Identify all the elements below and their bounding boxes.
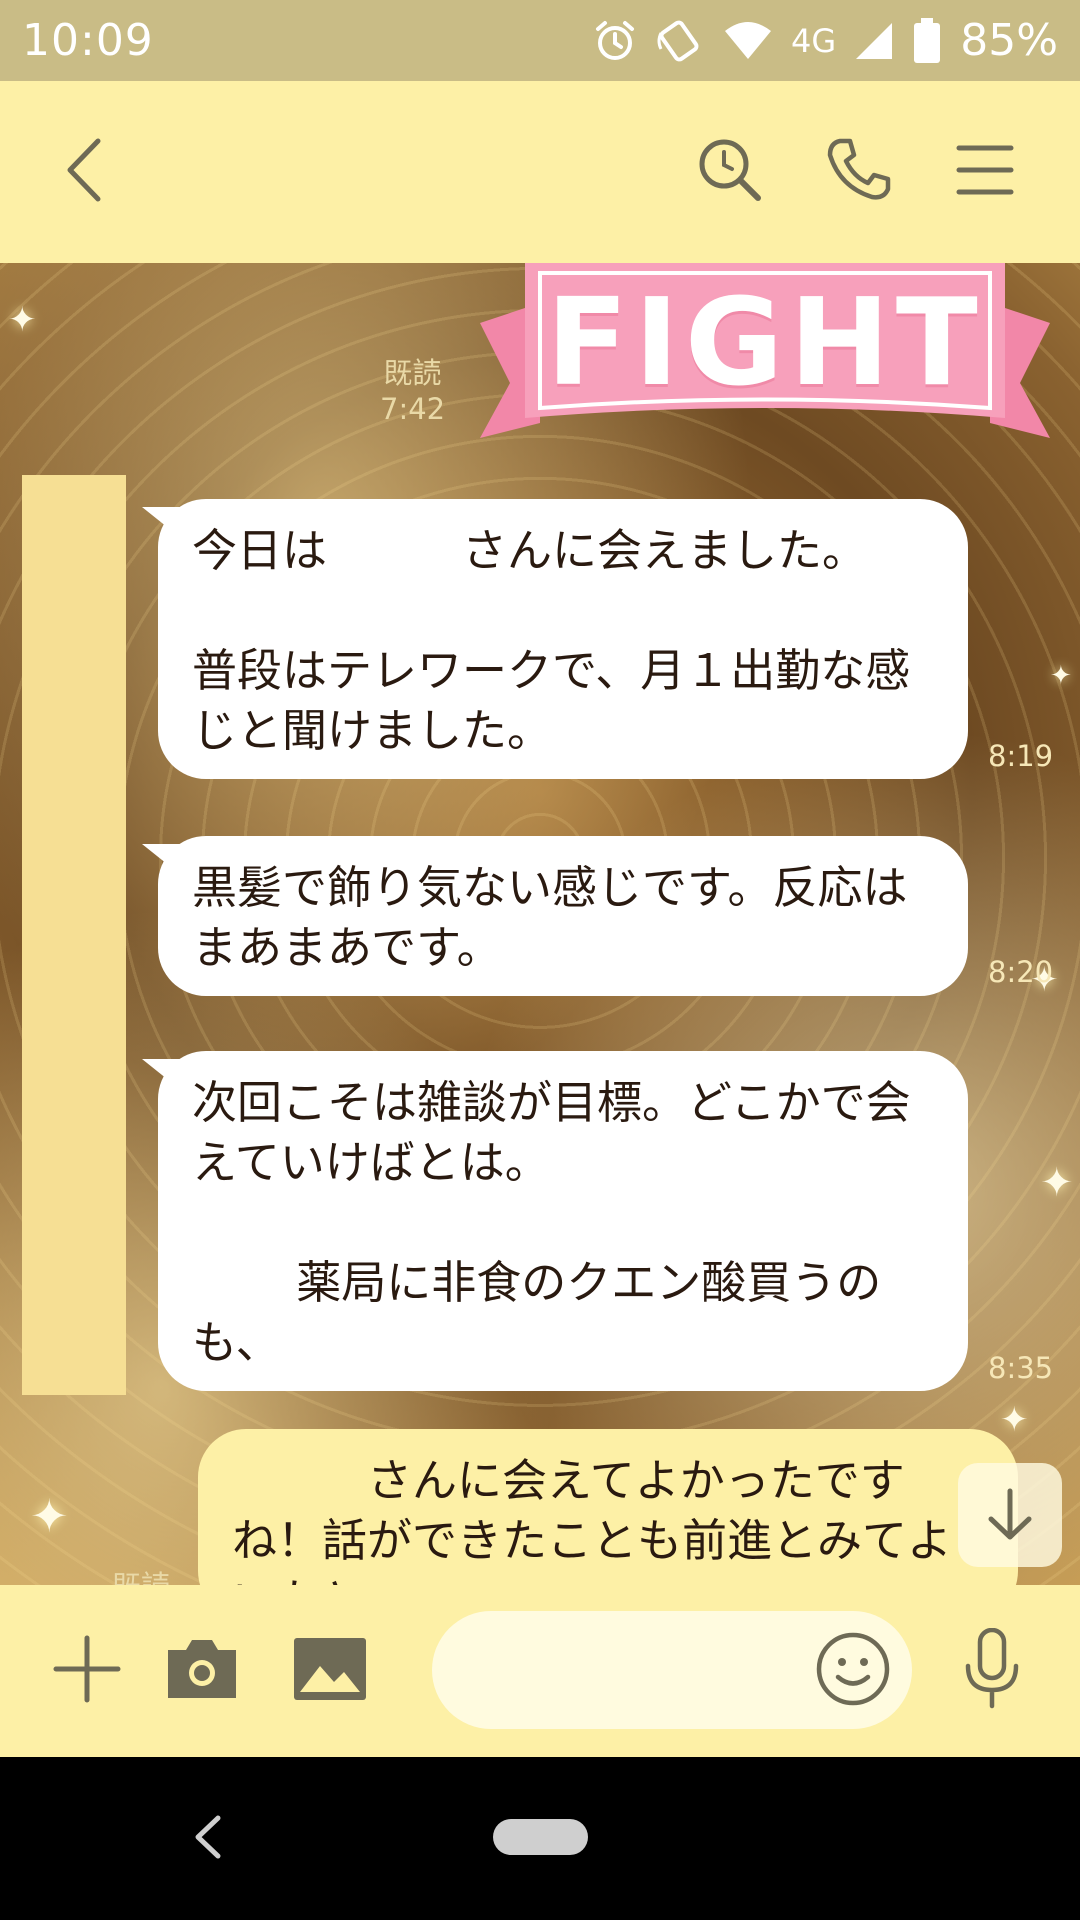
message-bubble[interactable]: 黒髪で飾り気ない感じです。反応はまあまあです。 (158, 836, 968, 996)
plus-icon (53, 1635, 121, 1703)
scroll-to-bottom-button[interactable] (958, 1463, 1062, 1567)
system-nav-bar (0, 1757, 1080, 1920)
battery-icon (914, 17, 941, 63)
emoji-icon (816, 1632, 890, 1706)
input-bar (0, 1585, 1080, 1757)
chevron-left-icon (67, 138, 101, 202)
sparkle-decoration: ✦ (30, 1489, 69, 1543)
status-time: 10:09 (22, 15, 154, 66)
camera-icon (168, 1640, 236, 1698)
battery-percent: 85% (960, 15, 1058, 66)
mic-button[interactable] (962, 1627, 1022, 1714)
nav-back-icon (195, 1815, 221, 1858)
search-history-icon (699, 139, 761, 201)
camera-button[interactable] (164, 1636, 240, 1706)
screen: 10:09 4G 85% ✦ ✦ ✦ ✦ ✦ ✦ FIGHT 既読 7:42 今… (0, 0, 1080, 1920)
call-button[interactable] (826, 137, 892, 207)
menu-icon (956, 145, 1014, 195)
network-type: 4G (791, 21, 837, 60)
read-label: 既読 (112, 1568, 170, 1585)
signal-icon (856, 22, 893, 59)
read-label: 既読 (383, 356, 442, 390)
message-text: 次回こそは雑談が目標。どこかで会えていけばとは。 薬局に非食のクエン酸買うのも、 (192, 1076, 911, 1369)
image-button[interactable] (292, 1636, 368, 1706)
plus-button[interactable] (52, 1634, 122, 1708)
fight-sticker[interactable]: FIGHT (480, 263, 1050, 438)
nfc-icon (657, 20, 699, 61)
wifi-icon (725, 21, 772, 59)
emoji-button[interactable] (814, 1630, 892, 1712)
arrow-down-icon (988, 1488, 1032, 1540)
menu-button[interactable] (956, 142, 1014, 202)
message-time: 8:35 (988, 1351, 1054, 1385)
sticker-text: FIGHT (546, 273, 984, 413)
nav-back-button[interactable] (190, 1812, 226, 1866)
outgoing-message-bubble[interactable]: さんに会えてよかったですね！話ができたことも前進とみてよいかと (198, 1429, 1018, 1585)
search-button[interactable] (696, 136, 764, 208)
message-text: 黒髪で飾り気ない感じです。反応はまあまあです。 (192, 861, 908, 974)
nav-home-pill[interactable] (493, 1819, 588, 1855)
sparkle-decoration: ✦ (1050, 661, 1072, 691)
read-receipt: 既読 7:42 (380, 355, 445, 427)
status-icons: 4G 85% (593, 15, 1058, 66)
message-time: 8:19 (988, 739, 1054, 773)
status-bar: 10:09 4G 85% (0, 0, 1080, 81)
avatar-redaction (22, 475, 126, 1395)
read-time: 7:42 (380, 392, 446, 426)
chat-header (0, 81, 1080, 263)
message-bubble[interactable]: 次回こそは雑談が目標。どこかで会えていけばとは。 薬局に非食のクエン酸買うのも、 (158, 1051, 968, 1391)
message-time: 8:20 (988, 955, 1054, 989)
sparkle-decoration: ✦ (1040, 1160, 1074, 1206)
phone-icon (827, 138, 891, 200)
message-text: 今日は さんに会えました。 普段はテレワークで、月１出勤な感じと聞けました。 (192, 524, 911, 757)
sparkle-decoration: ✦ (8, 300, 37, 340)
mic-icon (965, 1627, 1019, 1709)
message-text: さんに会えてよかったですね！話ができたことも前進とみてよいかと (232, 1454, 953, 1585)
alarm-icon (596, 20, 635, 60)
image-icon (294, 1638, 366, 1700)
chat-area[interactable]: ✦ ✦ ✦ ✦ ✦ ✦ FIGHT 既読 7:42 今日は さんに会えました。 … (0, 263, 1080, 1585)
message-bubble[interactable]: 今日は さんに会えました。 普段はテレワークで、月１出勤な感じと聞けました。 (158, 499, 968, 779)
sparkle-decoration: ✦ (1000, 1400, 1029, 1440)
back-button[interactable] (60, 135, 110, 209)
